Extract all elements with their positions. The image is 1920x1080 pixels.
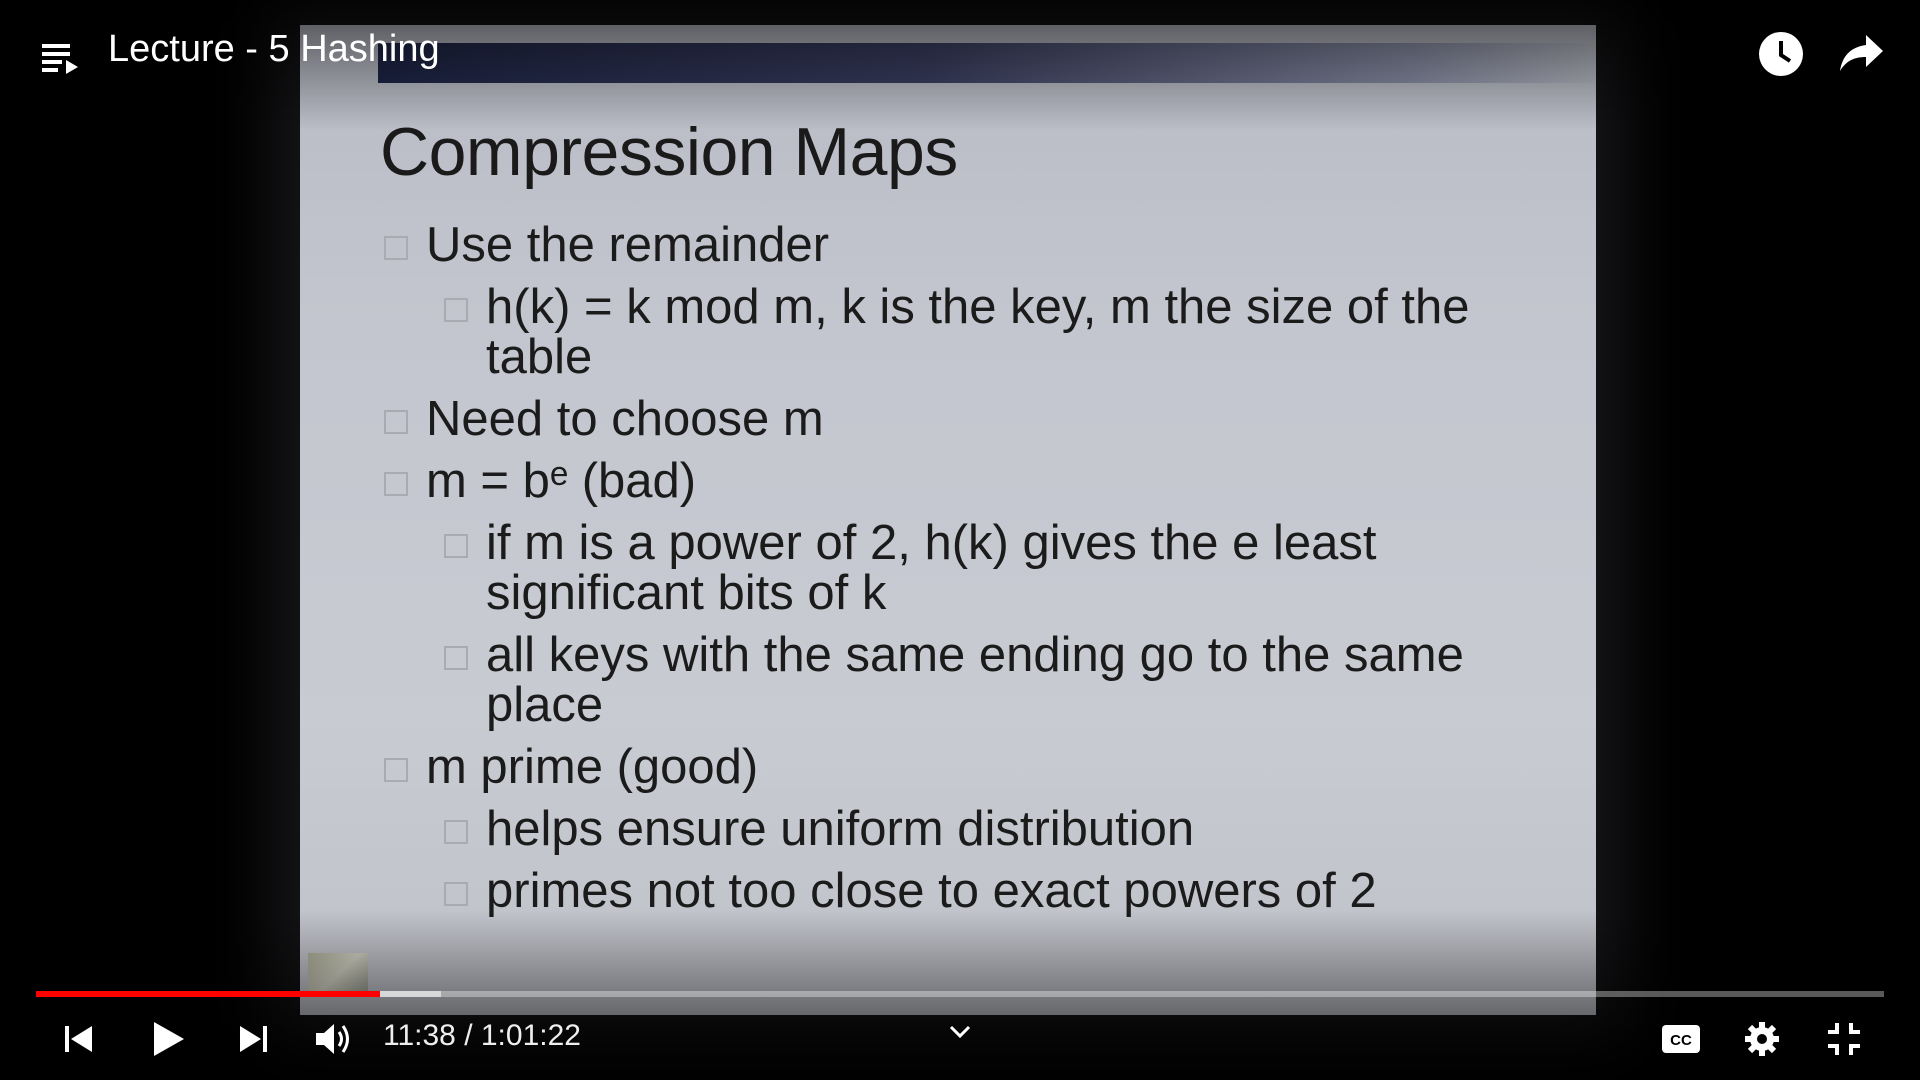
- exit-fullscreen-icon[interactable]: [1825, 1020, 1863, 1058]
- playlist-icon[interactable]: [40, 38, 80, 78]
- slide-bullet-text: if m is a power of 2, h(k) gives the e l…: [486, 516, 1377, 620]
- video-frame[interactable]: Compression Maps Use the remainder h(k) …: [300, 25, 1596, 1015]
- share-icon[interactable]: [1838, 33, 1884, 75]
- bullet-box-icon: [384, 236, 408, 260]
- volume-icon[interactable]: [314, 1021, 354, 1057]
- cc-icon[interactable]: CC: [1661, 1024, 1701, 1054]
- slide-sub-bullet: all keys with the same ending go to the …: [380, 630, 1520, 730]
- bullet-box-icon: [384, 758, 408, 782]
- skip-next-icon[interactable]: [236, 1022, 270, 1056]
- bullet-box-icon: [444, 646, 468, 670]
- slide-sub-bullet: if m is a power of 2, h(k) gives the e l…: [380, 518, 1520, 618]
- slide-sub-bullet: h(k) = k mod m, k is the key, m the size…: [380, 282, 1520, 382]
- progress-played: [36, 991, 380, 997]
- play-icon[interactable]: [150, 1020, 186, 1058]
- slide-bullet-text: m = bᵉ (bad): [426, 454, 697, 508]
- slide-bullet-text: h(k) = k mod m, k is the key, m the size…: [486, 280, 1470, 384]
- slide-bullet: Need to choose m: [380, 394, 1520, 444]
- slide-bullet: m prime (good): [380, 742, 1520, 792]
- slide-bullet-text: m prime (good): [426, 740, 759, 794]
- gear-icon[interactable]: [1743, 1020, 1781, 1058]
- time-display: 11:38 / 1:01:22: [383, 1019, 581, 1053]
- bullet-box-icon: [444, 534, 468, 558]
- current-time: 11:38: [383, 1019, 456, 1052]
- skip-previous-icon[interactable]: [62, 1022, 96, 1056]
- bullet-box-icon: [444, 298, 468, 322]
- svg-text:CC: CC: [1670, 1032, 1692, 1049]
- bullet-box-icon: [384, 410, 408, 434]
- slide-bullet-text: Need to choose m: [426, 392, 824, 446]
- clock-icon[interactable]: [1758, 31, 1804, 77]
- slide-sub-bullet: primes not too close to exact powers of …: [380, 866, 1520, 916]
- bullet-box-icon: [444, 820, 468, 844]
- bullet-box-icon: [444, 882, 468, 906]
- slide-bullet-text: all keys with the same ending go to the …: [486, 628, 1464, 732]
- progress-bar[interactable]: [36, 991, 1884, 997]
- slide-bullet-text: Use the remainder: [426, 218, 830, 272]
- slide-bullet: m = bᵉ (bad): [380, 456, 1520, 506]
- slide-bullet: Use the remainder: [380, 220, 1520, 270]
- bullet-box-icon: [384, 472, 408, 496]
- duration: 1:01:22: [480, 1019, 581, 1052]
- time-separator: /: [455, 1019, 481, 1052]
- slide-bullet-list: Use the remainder h(k) = k mod m, k is t…: [380, 220, 1520, 928]
- video-title[interactable]: Lecture - 5 Hashing: [108, 28, 440, 71]
- slide-sub-bullet: helps ensure uniform distribution: [380, 804, 1520, 854]
- chevron-down-icon[interactable]: [948, 1024, 972, 1045]
- slide-bullet-text: helps ensure uniform distribution: [486, 802, 1195, 856]
